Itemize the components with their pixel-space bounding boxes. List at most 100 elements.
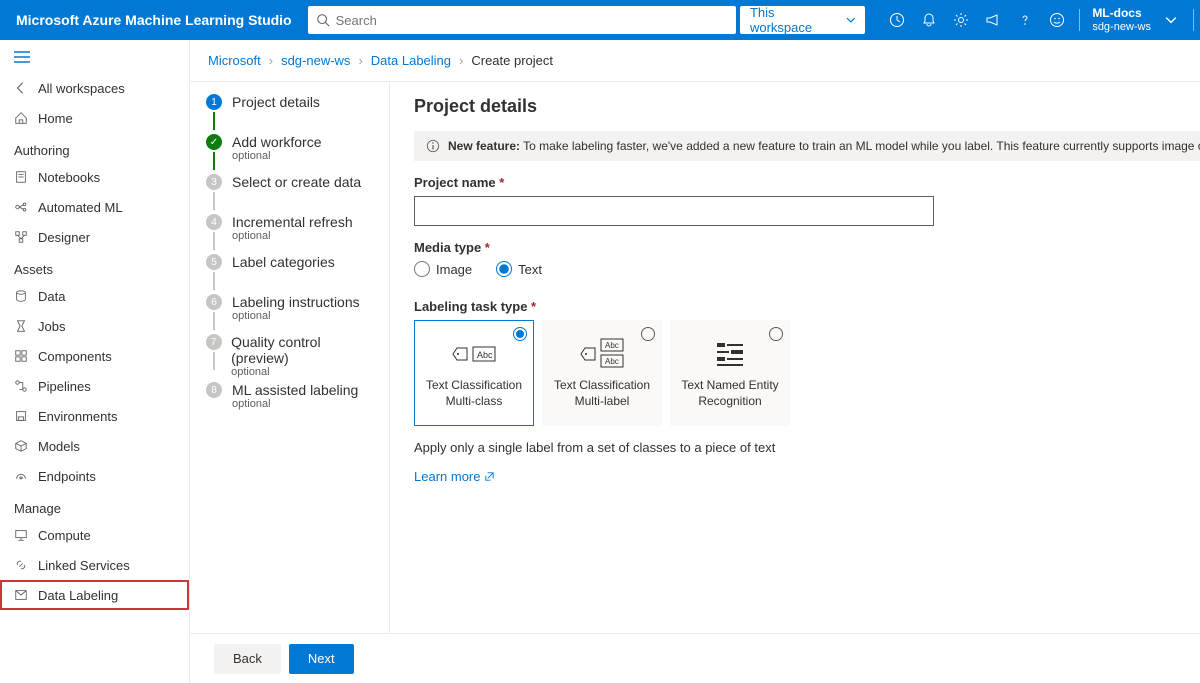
step-select-data[interactable]: 3 Select or create data [204,174,375,210]
workspace-title: ML-docs [1092,6,1151,20]
sidebar-item-label: Pipelines [38,379,91,394]
sidebar-compute[interactable]: Compute [0,520,189,550]
hamburger-icon[interactable] [0,46,189,73]
environments-icon [14,409,28,423]
breadcrumb-workspace[interactable]: sdg-new-ws [281,53,350,68]
sidebar-automated-ml[interactable]: Automated ML [0,192,189,222]
sidebar-item-label: Endpoints [38,469,96,484]
project-name-label: Project name * [414,175,1200,190]
step-add-workforce[interactable]: ✓ Add workforceoptional [204,134,375,170]
workspace-name: sdg-new-ws [1092,21,1151,34]
learn-more-link[interactable]: Learn more [414,469,495,484]
sidebar-home[interactable]: Home [0,103,189,133]
workspace-info[interactable]: ML-docs sdg-new-ws [1086,6,1165,34]
gear-icon[interactable] [945,0,977,40]
project-name-input[interactable] [414,196,934,226]
search-scope-label: This workspace [750,5,838,35]
step-label-categories[interactable]: 5 Label categories [204,254,375,290]
sidebar-components[interactable]: Components [0,341,189,371]
automl-icon [14,200,28,214]
media-type-radiogroup: Image Text [414,261,1200,277]
next-button[interactable]: Next [289,644,354,674]
step-labeling-instructions[interactable]: 6 Labeling instructionsoptional [204,294,375,330]
sidebar-item-label: Home [38,111,73,126]
sidebar-item-label: Models [38,439,80,454]
tag-multitext-icon: AbcAbc [579,336,625,372]
step-title: ML assisted labeling [232,382,358,398]
sidebar-notebooks[interactable]: Notebooks [0,162,189,192]
sidebar-data[interactable]: Data [0,281,189,311]
sidebar-item-label: All workspaces [38,81,125,96]
breadcrumb-current: Create project [471,53,553,68]
help-icon[interactable] [1009,0,1041,40]
info-banner: New feature: To make labeling faster, we… [414,131,1200,161]
sidebar-section-assets: Assets [0,252,189,281]
sidebar-data-labeling[interactable]: Data Labeling [0,580,189,610]
card-text-classification-multilabel[interactable]: AbcAbc Text ClassificationMulti-label [542,320,662,426]
step-subtitle: optional [232,230,353,242]
sidebar-environments[interactable]: Environments [0,401,189,431]
sidebar-endpoints[interactable]: Endpoints [0,461,189,491]
search-box[interactable] [308,6,736,34]
task-type-label: Labeling task type * [414,299,1200,314]
step-subtitle: optional [231,366,375,378]
search-icon [316,13,330,27]
step-ml-assisted[interactable]: 8 ML assisted labelingoptional [204,382,375,410]
sidebar-jobs[interactable]: Jobs [0,311,189,341]
sidebar-models[interactable]: Models [0,431,189,461]
sidebar-section-manage: Manage [0,491,189,520]
pipelines-icon [14,379,28,393]
step-quality-control[interactable]: 7 Quality control (preview)optional [204,334,375,378]
tag-text-icon: Abc [451,336,497,372]
radio-image[interactable] [414,261,430,277]
designer-icon [14,230,28,244]
svg-text:Abc: Abc [605,357,619,366]
search-input[interactable] [336,13,728,28]
media-type-image[interactable]: Image [414,261,472,277]
smiley-icon[interactable] [1041,0,1073,40]
top-bar: Microsoft Azure Machine Learning Studio … [0,0,1200,40]
task-description: Apply only a single label from a set of … [414,440,1200,455]
step-number: 6 [206,294,222,310]
sidebar-designer[interactable]: Designer [0,222,189,252]
step-title: Label categories [232,254,335,270]
sidebar-all-workspaces[interactable]: All workspaces [0,73,189,103]
search-scope-dropdown[interactable]: This workspace [740,6,865,34]
clock-icon[interactable] [881,0,913,40]
step-project-details[interactable]: 1 Project details [204,94,375,130]
card-title: Text ClassificationMulti-label [554,378,650,409]
wizard-steps: 1 Project details ✓ Add workforceoptiona… [190,82,390,633]
step-title: Select or create data [232,174,361,190]
radio-text[interactable] [496,261,512,277]
form-area: Project details New feature: To make lab… [390,82,1200,633]
info-icon [426,139,440,153]
breadcrumb-data-labeling[interactable]: Data Labeling [371,53,451,68]
sidebar: All workspaces Home Authoring Notebooks … [0,40,190,683]
card-text-classification-multiclass[interactable]: Abc Text ClassificationMulti-class [414,320,534,426]
sidebar-item-label: Notebooks [38,170,100,185]
data-icon [14,289,28,303]
sidebar-linked-services[interactable]: Linked Services [0,550,189,580]
card-radio-icon [513,327,527,341]
ner-icon [715,336,745,372]
step-number: 4 [206,214,222,230]
media-type-text[interactable]: Text [496,261,542,277]
chevron-down-icon[interactable] [1165,14,1177,26]
step-number: 5 [206,254,222,270]
svg-text:Abc: Abc [477,350,493,360]
brand-title[interactable]: Microsoft Azure Machine Learning Studio [0,12,308,28]
bell-icon[interactable] [913,0,945,40]
sidebar-pipelines[interactable]: Pipelines [0,371,189,401]
endpoints-icon [14,469,28,483]
back-button[interactable]: Back [214,644,281,674]
card-text-ner[interactable]: Text Named EntityRecognition [670,320,790,426]
sidebar-item-label: Linked Services [38,558,130,573]
card-radio-icon [769,327,783,341]
topbar-divider [1079,9,1080,31]
megaphone-icon[interactable] [977,0,1009,40]
jobs-icon [14,319,28,333]
step-incremental-refresh[interactable]: 4 Incremental refreshoptional [204,214,375,250]
breadcrumb-microsoft[interactable]: Microsoft [208,53,261,68]
home-icon [14,111,28,125]
step-check-icon: ✓ [206,134,222,150]
